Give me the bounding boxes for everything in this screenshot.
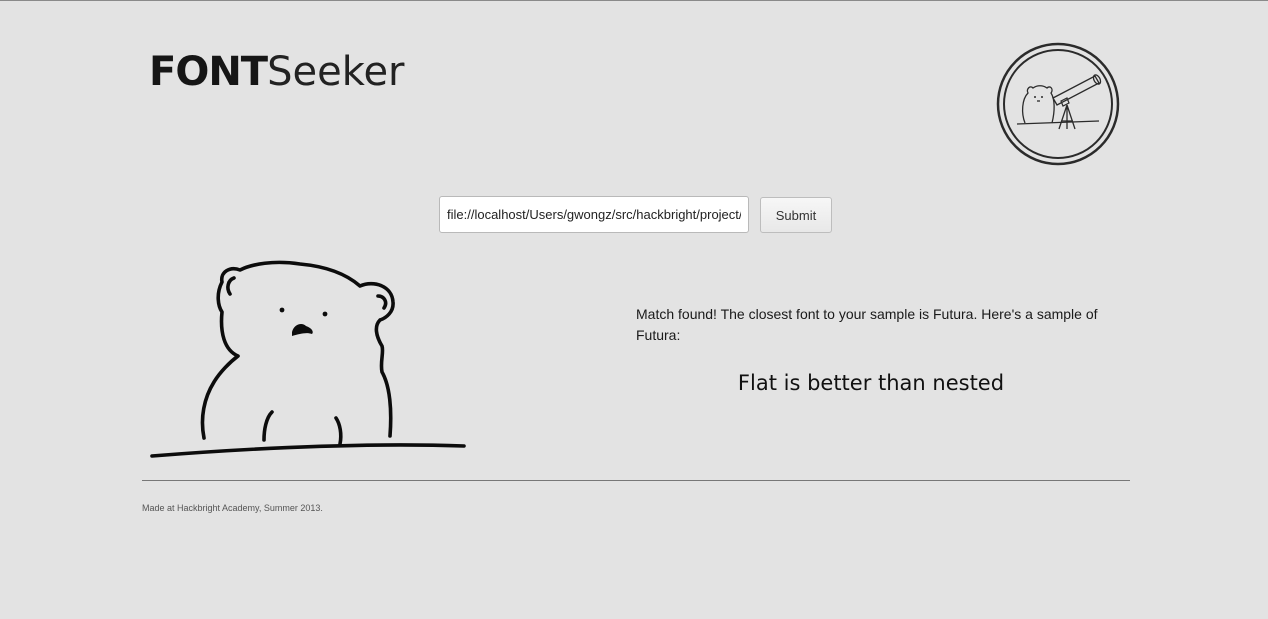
bear-illustration-icon [150, 260, 466, 458]
footer-credit: Made at Hackbright Academy, Summer 2013. [142, 503, 323, 513]
site-logo[interactable]: FONTSeeker [149, 48, 405, 96]
top-border [0, 0, 1268, 1]
result-message: Match found! The closest font to your sa… [636, 306, 1098, 343]
bear-telescope-emblem-icon [996, 42, 1120, 166]
logo-light-text: Seeker [267, 49, 405, 95]
url-input[interactable] [439, 196, 749, 233]
submit-button[interactable]: Submit [760, 197, 832, 233]
logo-bold-text: FONT [149, 49, 268, 95]
footer-divider [142, 480, 1130, 481]
font-sample-text: Flat is better than nested [737, 371, 1005, 395]
